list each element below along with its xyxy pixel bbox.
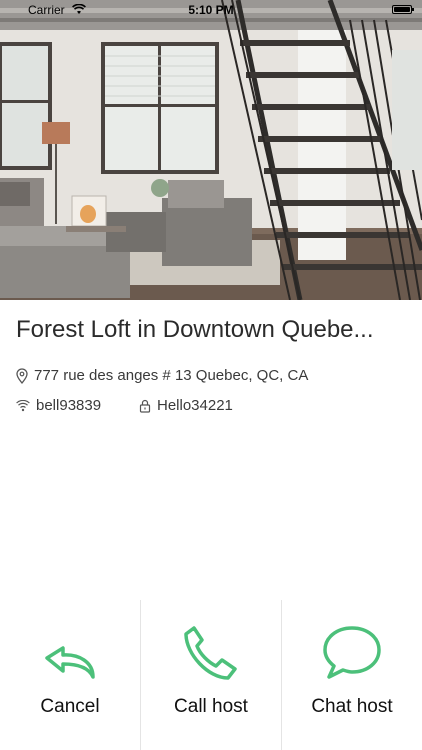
undo-arrow-icon — [43, 644, 97, 680]
chat-bubble-icon — [321, 624, 383, 680]
screen: Carrier 5:10 PM Forest Loft in Downtown … — [0, 0, 422, 750]
call-host-button[interactable]: Call host — [140, 600, 281, 750]
status-bar: Carrier 5:10 PM — [0, 0, 422, 20]
phone-icon — [182, 624, 240, 680]
cancel-button[interactable]: Cancel — [0, 600, 140, 750]
wifi-name: bell93839 — [36, 397, 102, 414]
location-pin-icon — [16, 367, 28, 384]
listing-photo — [0, 0, 422, 300]
chat-host-label: Chat host — [311, 696, 393, 717]
password-row: Hello34221 — [139, 397, 233, 414]
wifi-icon — [16, 399, 30, 412]
clock: 5:10 PM — [188, 3, 234, 17]
call-host-label: Call host — [174, 696, 248, 717]
listing-title: Forest Loft in Downtown Quebe... — [16, 316, 374, 343]
chat-host-button[interactable]: Chat host — [281, 600, 422, 750]
wifi-password: Hello34221 — [157, 397, 233, 414]
wifi-row: bell93839 — [16, 397, 101, 414]
address-text: 777 rue des anges # 13 Quebec, QC, CA — [34, 367, 309, 384]
cancel-label: Cancel — [40, 696, 100, 717]
lock-icon — [139, 399, 151, 413]
action-bar: Cancel Call host Chat host — [0, 600, 422, 750]
battery-icon — [392, 5, 414, 14]
address-row: 777 rue des anges # 13 Quebec, QC, CA — [16, 367, 308, 384]
